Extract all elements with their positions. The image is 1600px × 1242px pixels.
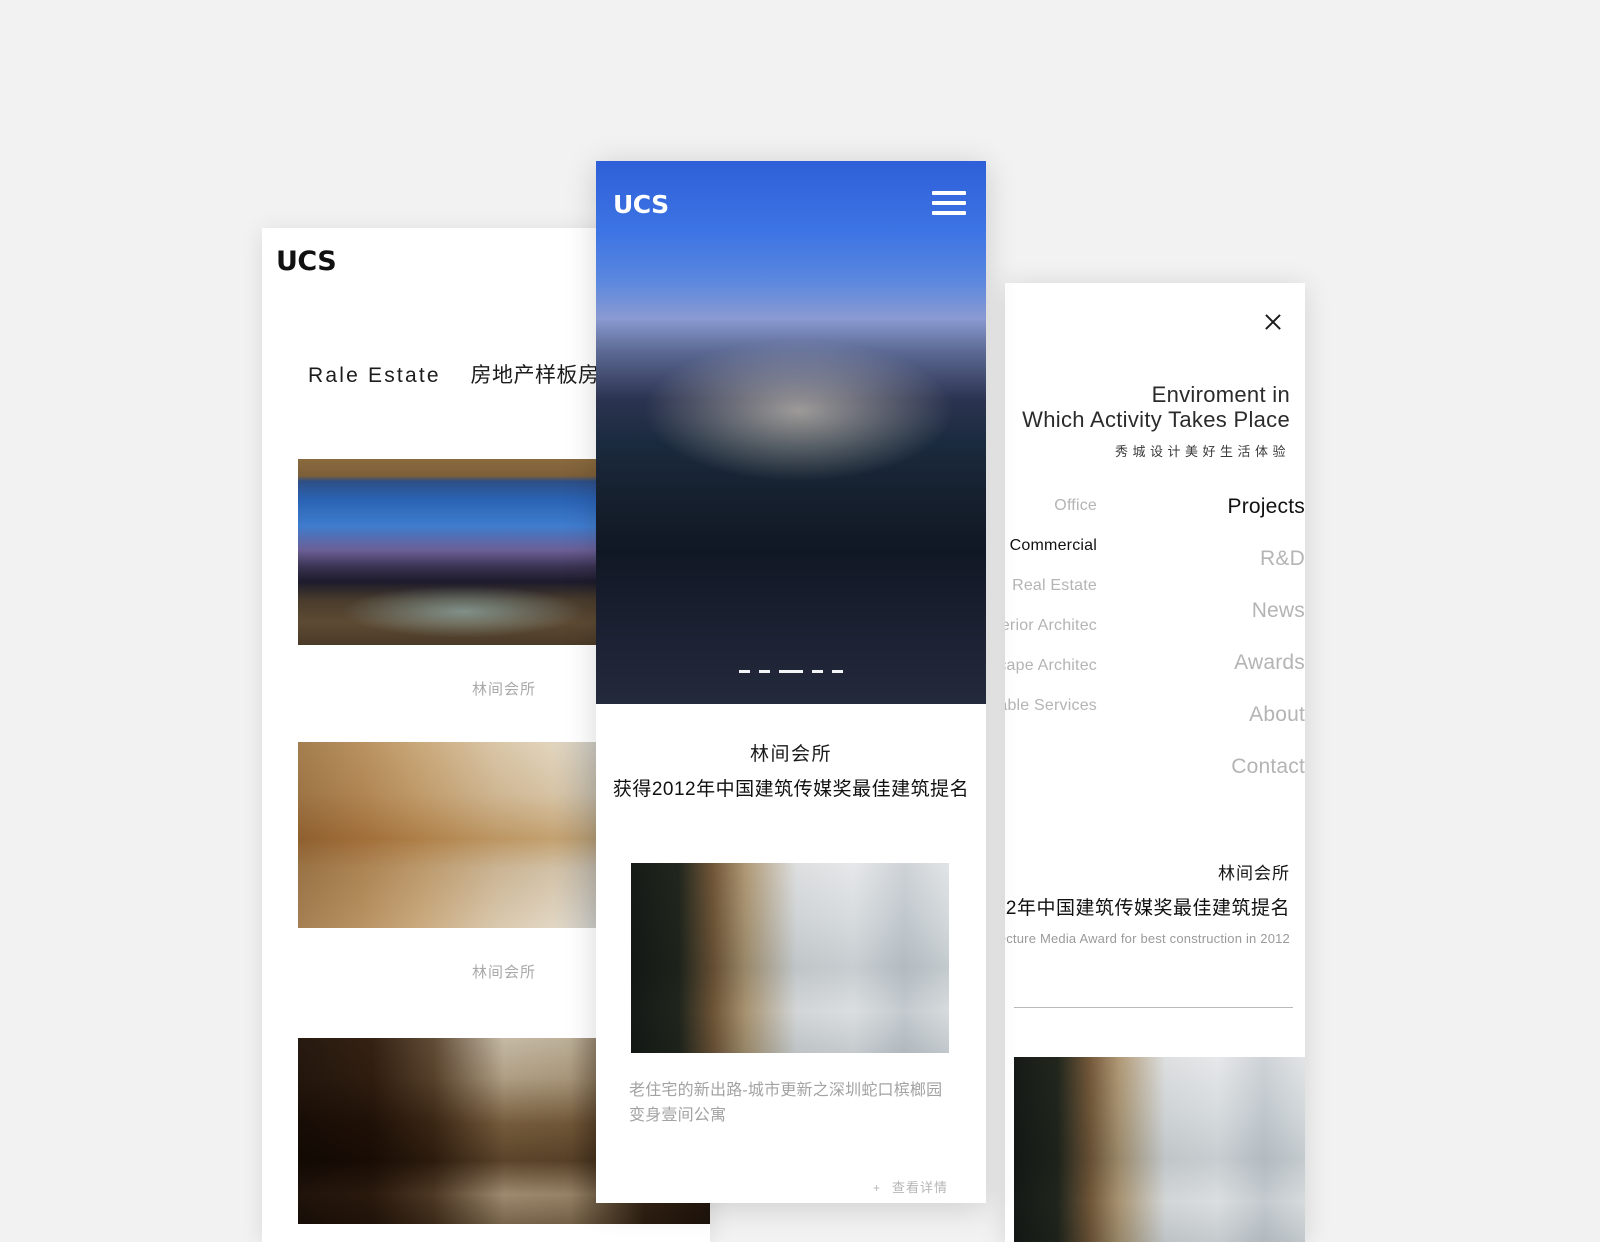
menu-tagline-cn: 秀城设计美好生活体验	[1114, 444, 1290, 459]
view-details-label: 查看详情	[891, 1180, 948, 1195]
hero-photo-night-house	[596, 161, 986, 704]
menu-section-list: Projects R&D News Awards About Contact	[1117, 495, 1305, 807]
menu-project-subtitle-en: China Architecture Media Award for best …	[1005, 931, 1290, 946]
hamburger-icon[interactable]	[932, 191, 966, 217]
carousel-dot[interactable]	[739, 670, 750, 673]
menu-category-interior-architec[interactable]: Interior Architec	[1005, 617, 1097, 635]
mobile-project-subtitle: 获得2012年中国建筑传媒奖最佳建筑提名	[612, 779, 970, 800]
hamburger-bar	[932, 201, 966, 205]
menu-project-title: 林间会所	[1218, 864, 1290, 883]
mobile-project-title: 林间会所	[749, 744, 832, 765]
menu-overlay-window: Enviroment in Which Activity Takes Place…	[1005, 283, 1305, 1242]
menu-project-photo-atrium[interactable]	[1014, 1057, 1305, 1242]
menu-section-awards[interactable]: Awards	[1117, 651, 1305, 675]
hero-carousel[interactable]: UCS	[596, 161, 986, 704]
menu-category-list: Office Commercial Real Estate Interior A…	[1005, 495, 1097, 737]
carousel-dot-active[interactable]	[779, 670, 803, 673]
mobile-project-photo-atrium[interactable]	[631, 863, 949, 1053]
mobile-project-caption: 老住宅的新出路-城市更新之深圳蛇口槟榔园变身壹间公寓	[629, 1082, 943, 1124]
menu-category-real-estate[interactable]: Real Estate	[1005, 577, 1097, 595]
carousel-dot[interactable]	[759, 670, 770, 673]
view-details-link[interactable]: + 查看详情	[873, 1177, 948, 1196]
page-title-en: Rale Estate	[307, 364, 441, 387]
ucs-logo[interactable]: UCS	[613, 192, 669, 217]
carousel-indicator	[596, 670, 986, 673]
menu-tagline-line1: Enviroment in	[1151, 382, 1290, 407]
ucs-logo[interactable]: UCS	[276, 248, 337, 275]
menu-tagline: Enviroment in Which Activity Takes Place	[1005, 382, 1290, 433]
carousel-dot[interactable]	[832, 670, 843, 673]
menu-section-about[interactable]: About	[1117, 703, 1305, 727]
screenshot-stage: UCS Rale Estate 房地产样板房及住宅 林间会所 林间会所 林间会所…	[0, 0, 1600, 1242]
menu-section-contact[interactable]: Contact	[1117, 755, 1305, 779]
close-icon[interactable]	[1260, 309, 1286, 335]
menu-section-rd[interactable]: R&D	[1117, 547, 1305, 571]
carousel-dot[interactable]	[812, 670, 823, 673]
plus-icon: +	[872, 1181, 881, 1195]
menu-category-office[interactable]: Office	[1005, 497, 1097, 515]
menu-section-projects[interactable]: Projects	[1117, 495, 1305, 519]
hamburger-bar	[932, 211, 966, 215]
menu-category-sustinable-services[interactable]: Sustinable Services	[1005, 697, 1097, 715]
menu-tagline-line2: Which Activity Takes Place	[1022, 406, 1290, 432]
menu-section-news[interactable]: News	[1117, 599, 1305, 623]
menu-category-commercial[interactable]: Commercial	[1005, 537, 1097, 555]
hamburger-bar	[932, 191, 966, 195]
menu-navigation: Office Commercial Real Estate Interior A…	[1005, 495, 1305, 795]
menu-project-subtitle: 获得2012年中国建筑传媒奖最佳建筑提名	[1005, 898, 1290, 919]
divider	[1014, 1007, 1293, 1008]
project-caption: 林间会所	[298, 1224, 710, 1242]
mobile-window: UCS 林间会所 获得2012年中国建筑传媒奖最佳建筑提名 老住宅的新出路-城市…	[596, 161, 986, 1203]
menu-category-landscape-architec[interactable]: Landscape Architec	[1005, 657, 1097, 675]
